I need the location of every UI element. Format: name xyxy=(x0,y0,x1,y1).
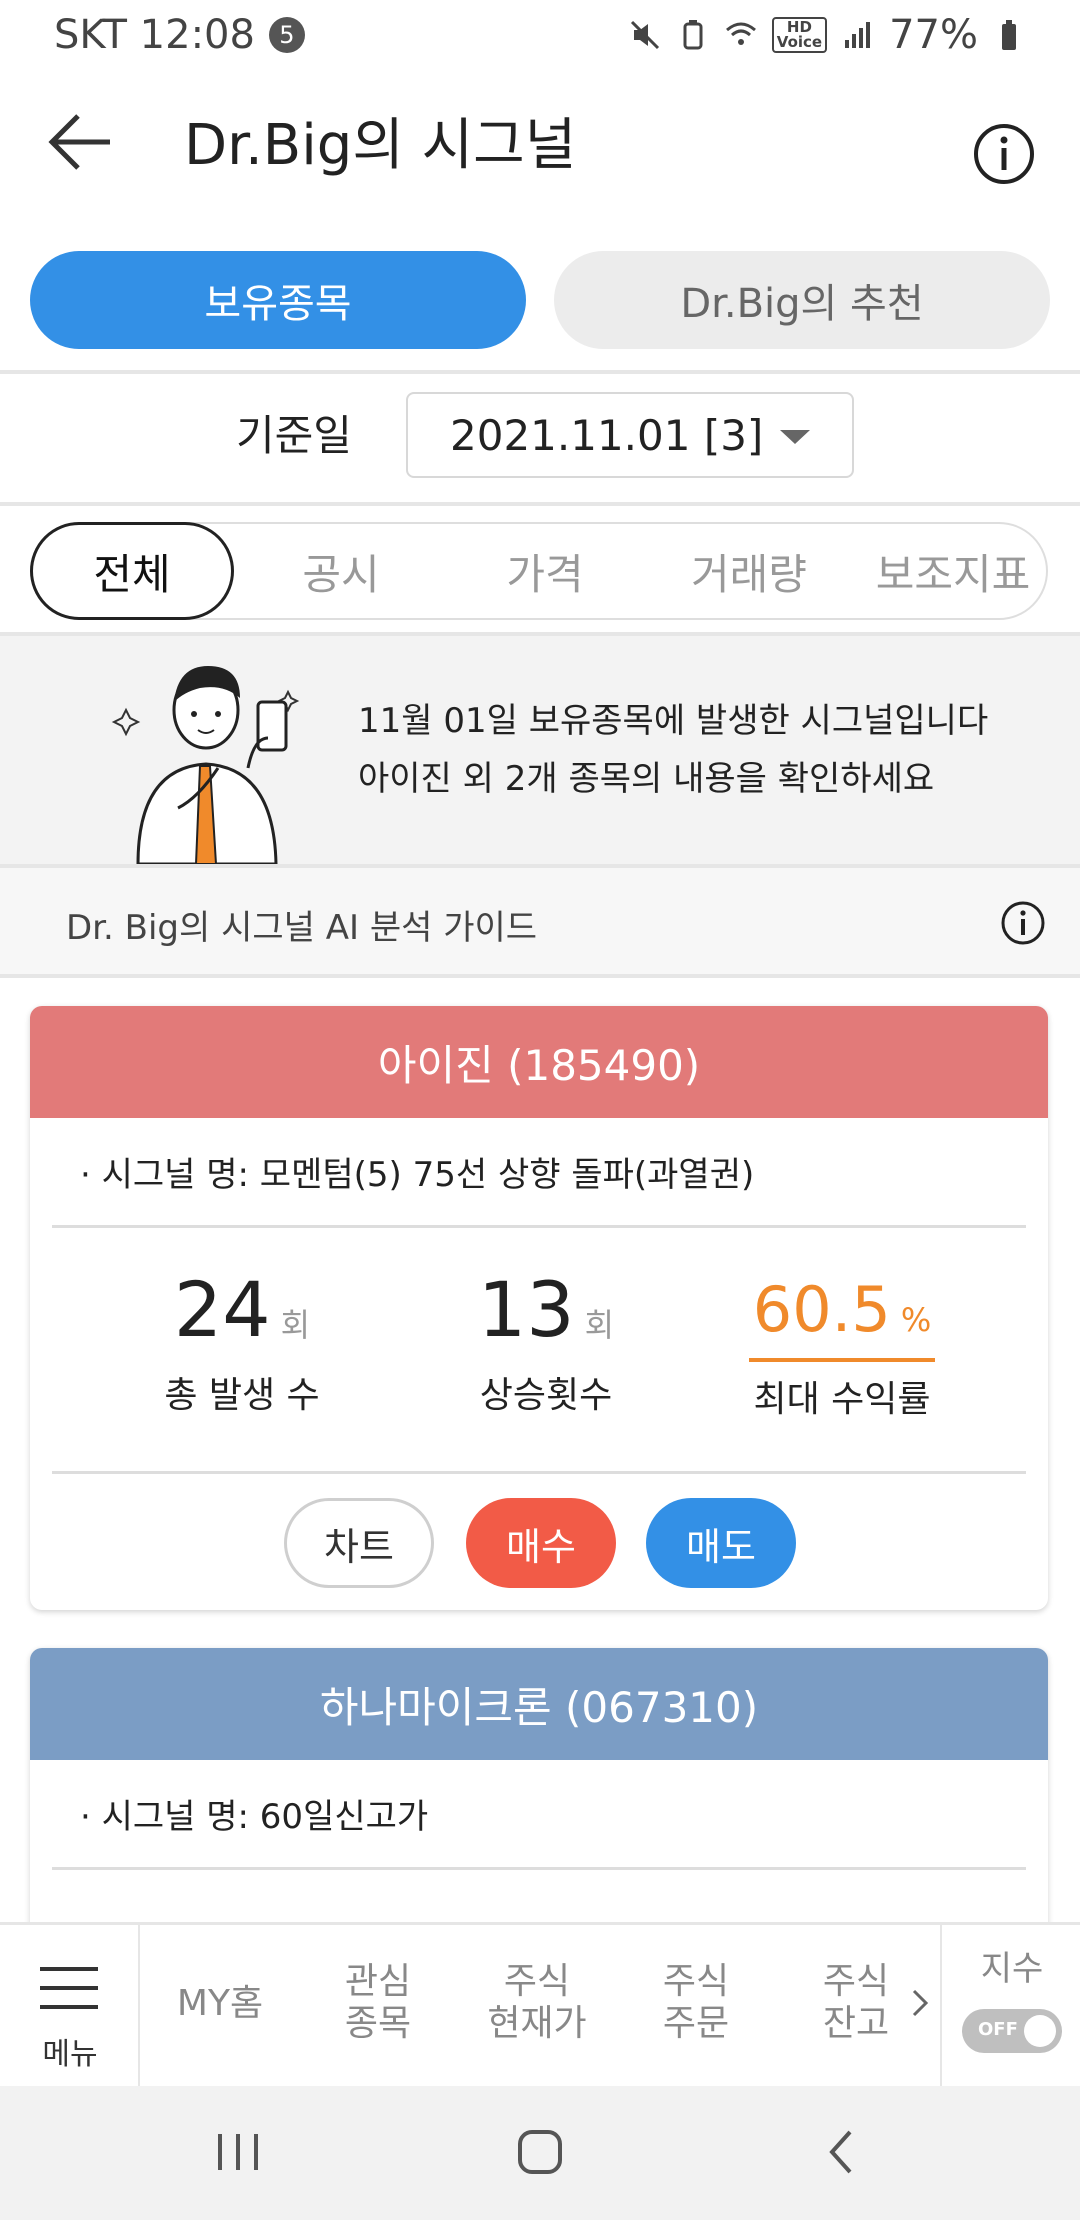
index-panel: 지수 OFF xyxy=(940,1925,1080,2089)
signal-icon xyxy=(845,22,871,48)
signal-name: · 시그널 명: 모멘텀(5) 75선 상향 돌파(과열권) xyxy=(52,1118,1026,1228)
index-toggle[interactable]: OFF xyxy=(962,2009,1062,2053)
home-icon[interactable] xyxy=(510,2122,570,2182)
hamburger-icon xyxy=(40,1967,98,2009)
stat-total-count: 24 회 총 발생 수 xyxy=(142,1262,342,1418)
ai-guide-row[interactable]: Dr. Big의 시그널 AI 분석 가이드 xyxy=(0,868,1080,976)
page-title: Dr.Big의 시그널 xyxy=(184,113,577,178)
signal-name: · 시그널 명: 60일신고가 xyxy=(52,1760,1026,1870)
battery-icon xyxy=(1002,20,1016,50)
menu-label: 메뉴 xyxy=(42,2037,98,2072)
filter-tab-volume[interactable]: 거래량 xyxy=(664,524,834,618)
wifi-icon xyxy=(725,22,756,45)
stat-unit: 회 xyxy=(584,1306,615,1344)
card-actions: 차트 매수 매도 xyxy=(30,1474,1048,1606)
stat-unit: 회 xyxy=(280,1306,311,1344)
divider xyxy=(0,502,1080,506)
base-date-dropdown[interactable]: 2021.11.01 [3] xyxy=(406,392,854,478)
back-arrow-icon[interactable] xyxy=(40,106,122,178)
index-label: 지수 xyxy=(980,1949,1044,1989)
recent-apps-icon[interactable] xyxy=(208,2122,268,2182)
menu-button[interactable]: 메뉴 xyxy=(0,1925,140,2089)
filter-tabs: 전체 공시 가격 거래량 보조지표 xyxy=(30,522,1048,620)
stat-value: 24 xyxy=(173,1265,271,1354)
ai-guide-label: Dr. Big의 시그널 AI 분석 가이드 xyxy=(66,908,538,948)
nav-order[interactable]: 주식 주문 xyxy=(640,1961,752,2045)
chart-button[interactable]: 차트 xyxy=(284,1498,434,1588)
stat-label: 최대 수익률 xyxy=(753,1379,931,1420)
stat-label: 상승횟수 xyxy=(479,1375,613,1416)
nav-balance[interactable]: 주식 잔고 xyxy=(800,1961,912,2045)
system-nav-bar xyxy=(0,2086,1080,2220)
toggle-state: OFF xyxy=(978,2019,1018,2040)
signal-card: 하나마이크론 (067310) · 시그널 명: 60일신고가 xyxy=(30,1648,1048,1938)
stock-title[interactable]: 하나마이크론 (067310) xyxy=(30,1648,1048,1760)
hd-voice-icon: HD Voice xyxy=(771,17,828,53)
divider xyxy=(0,370,1080,374)
stat-rise-count: 13 회 상승횟수 xyxy=(446,1262,646,1418)
nav-watchlist[interactable]: 관심 종목 xyxy=(322,1961,434,2045)
stat-value: 13 xyxy=(477,1265,575,1354)
back-icon[interactable] xyxy=(812,2122,872,2182)
chevron-right-icon[interactable] xyxy=(908,1983,932,2023)
stat-value: 60.5 xyxy=(752,1273,891,1346)
nav-my-home[interactable]: MY홈 xyxy=(160,1983,280,2025)
filter-tab-price[interactable]: 가격 xyxy=(470,524,620,618)
bottom-nav: 메뉴 MY홈 관심 종목 주식 현재가 주식 주문 주식 잔고 지수 OFF xyxy=(0,1922,1080,2089)
chevron-down-icon xyxy=(780,430,810,444)
filter-tab-disclosure[interactable]: 공시 xyxy=(266,524,416,618)
divider xyxy=(0,974,1080,978)
battery-saver-icon xyxy=(683,20,703,50)
base-date-value: 2021.11.01 [3] xyxy=(450,410,764,460)
mute-icon xyxy=(630,20,659,50)
notification-count-badge: 5 xyxy=(268,17,305,53)
stat-unit: % xyxy=(900,1301,932,1339)
buy-button[interactable]: 매수 xyxy=(466,1498,616,1588)
stock-title[interactable]: 아이진 (185490) xyxy=(30,1006,1048,1118)
tab-drbig-recommend[interactable]: Dr.Big의 추천 xyxy=(554,251,1050,349)
battery-percent: 77% xyxy=(889,12,978,58)
filter-tab-all[interactable]: 전체 xyxy=(30,522,234,620)
banner-line-1: 11월 01일 보유종목에 발생한 시그널입니다 xyxy=(358,701,989,741)
info-icon[interactable] xyxy=(972,122,1036,186)
filter-tab-indicator[interactable]: 보조지표 xyxy=(858,524,1048,618)
stat-label: 총 발생 수 xyxy=(164,1375,320,1416)
status-right: HD Voice 77% xyxy=(628,12,1026,58)
nav-current-price[interactable]: 주식 현재가 xyxy=(474,1961,600,2045)
stat-max-return: 60.5% 최대 수익률 xyxy=(732,1262,952,1422)
signal-stats: 24 회 총 발생 수 13 회 상승횟수 60.5% 최대 수익률 xyxy=(52,1228,1026,1474)
status-left: SKT 12:08 5 xyxy=(54,12,305,58)
sell-button[interactable]: 매도 xyxy=(646,1498,796,1588)
tab-holdings[interactable]: 보유종목 xyxy=(30,251,526,349)
signal-card: 아이진 (185490) · 시그널 명: 모멘텀(5) 75선 상향 돌파(과… xyxy=(30,1006,1048,1610)
status-bar: SKT 12:08 5 HD Voice 77% xyxy=(0,0,1080,70)
info-icon[interactable] xyxy=(1000,900,1046,946)
base-date-label: 기준일 xyxy=(236,411,352,460)
app-bar: Dr.Big의 시그널 xyxy=(0,70,1080,220)
banner-message: 11월 01일 보유종목에 발생한 시그널입니다 아이진 외 2개 종목의 내용… xyxy=(358,692,988,808)
toggle-knob xyxy=(1024,2015,1056,2047)
signal-banner: 11월 01일 보유종목에 발생한 시그널입니다 아이진 외 2개 종목의 내용… xyxy=(0,636,1080,864)
banner-line-2: 아이진 외 2개 종목의 내용을 확인하세요 xyxy=(358,759,935,799)
doctor-character-illustration xyxy=(111,666,300,864)
carrier-time: SKT 12:08 xyxy=(54,12,255,58)
